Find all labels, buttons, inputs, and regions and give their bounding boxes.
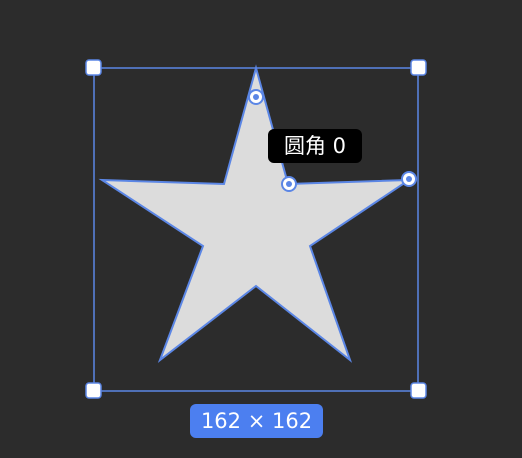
resize-handle-bottom-left[interactable]: [85, 382, 102, 399]
point-count-handle[interactable]: [401, 171, 417, 187]
canvas-overlay: [85, 59, 427, 399]
size-badge: 162 × 162: [190, 404, 323, 438]
corner-radius-tooltip: 圆角 0: [268, 129, 362, 163]
resize-handle-top-right[interactable]: [410, 59, 427, 76]
resize-handle-top-left[interactable]: [85, 59, 102, 76]
corner-radius-handle[interactable]: [248, 89, 264, 105]
inner-radius-handle[interactable]: [281, 176, 297, 192]
star-shape[interactable]: [98, 64, 413, 363]
design-canvas[interactable]: 圆角 0 162 × 162: [0, 0, 522, 458]
resize-handle-bottom-right[interactable]: [410, 382, 427, 399]
